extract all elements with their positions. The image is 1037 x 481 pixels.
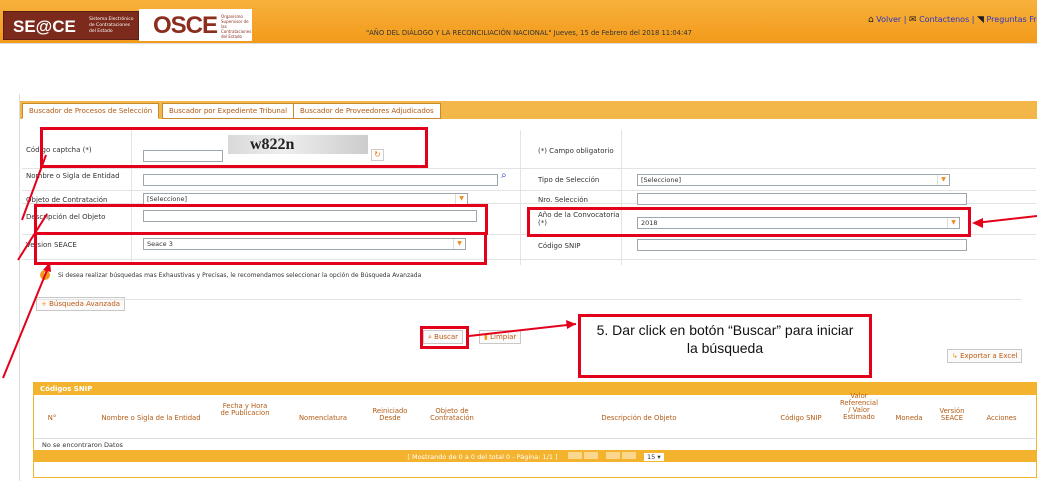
arrow-head [566,320,576,329]
arrow-buscar [468,323,577,337]
arrow-anio [974,215,1037,224]
arrow-descripcion [17,213,48,261]
arrow-version [2,262,51,379]
annotation-arrows [2,154,1037,379]
arrow-head [972,218,983,228]
arrow-captcha [21,154,47,221]
arrow-head [43,262,51,272]
